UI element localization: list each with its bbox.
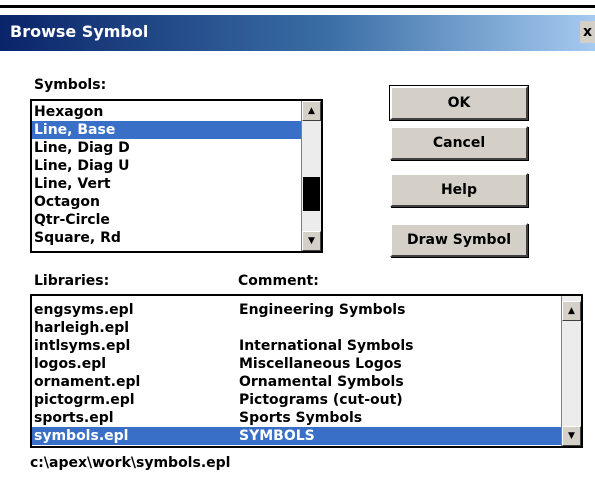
ok-button[interactable]: OK — [389, 85, 529, 121]
list-item[interactable]: Line, Vert — [32, 175, 303, 193]
symbols-listbox[interactable]: Hexagon Line, Base Line, Diag D Line, Diag … — [30, 99, 323, 253]
cancel-button[interactable]: Cancel — [390, 126, 528, 160]
library-comment: Ornamental Symbols — [239, 374, 404, 390]
list-item[interactable]: Line, Diag D — [32, 139, 303, 157]
library-name: sports.epl — [34, 410, 114, 426]
library-name: intlsyms.epl — [34, 338, 131, 354]
window-title: Browse Symbol — [10, 22, 149, 41]
list-item[interactable]: Qtr-Circle — [32, 211, 303, 229]
library-comment: International Symbols — [239, 338, 414, 354]
top-border — [0, 0, 595, 8]
symbols-label: Symbols: — [34, 77, 107, 93]
library-comment: Engineering Symbols — [239, 302, 406, 318]
list-item[interactable]: Line, Base — [32, 121, 303, 139]
list-item[interactable]: Hexagon — [32, 103, 303, 121]
table-row[interactable]: harleigh.epl — [32, 319, 563, 337]
table-row[interactable]: pictogrm.epl Pictograms (cut-out) — [32, 391, 563, 409]
library-name: pictogrm.epl — [34, 392, 135, 408]
symbols-scrollbar[interactable]: ▲ ▼ — [301, 101, 321, 251]
list-item[interactable]: Line, Diag U — [32, 157, 303, 175]
library-name: logos.epl — [34, 356, 107, 372]
libraries-label: Libraries: — [34, 273, 110, 289]
help-button[interactable]: Help — [390, 173, 528, 207]
file-path: c:\apex\work\symbols.epl — [30, 455, 231, 471]
table-row[interactable]: intlsyms.epl International Symbols — [32, 337, 563, 355]
libraries-scrollbar[interactable]: ▲ ▼ — [561, 296, 581, 446]
draw-symbol-button[interactable]: Draw Symbol — [390, 223, 528, 257]
library-name: engsyms.epl — [34, 302, 134, 318]
library-name: ornament.epl — [34, 374, 141, 390]
library-comment: SYMBOLS — [239, 428, 315, 444]
library-name: symbols.epl — [34, 428, 129, 444]
table-row[interactable]: logos.epl Miscellaneous Logos — [32, 355, 563, 373]
title-bar: Browse Symbol x — [0, 15, 595, 51]
scroll-down-arrow-icon[interactable]: ▼ — [302, 231, 321, 251]
list-item[interactable]: Octagon — [32, 193, 303, 211]
libraries-listbox[interactable]: engsyms.epl Engineering Symbols harleigh.e… — [30, 294, 583, 448]
library-name: harleigh.epl — [34, 320, 130, 336]
list-item[interactable]: Square, Rd — [32, 229, 303, 247]
scroll-thumb[interactable] — [303, 177, 320, 211]
library-comment: Pictograms (cut-out) — [239, 392, 403, 408]
table-row[interactable]: symbols.epl SYMBOLS — [32, 427, 563, 445]
table-row[interactable]: engsyms.epl Engineering Symbols — [32, 301, 563, 319]
scroll-up-arrow-icon[interactable]: ▲ — [302, 101, 321, 121]
comment-label: Comment: — [238, 273, 319, 289]
library-comment: Miscellaneous Logos — [239, 356, 402, 372]
table-row[interactable]: sports.epl Sports Symbols — [32, 409, 563, 427]
scroll-down-arrow-icon[interactable]: ▼ — [562, 426, 581, 446]
scroll-up-arrow-icon[interactable]: ▲ — [562, 301, 581, 321]
table-row[interactable]: ornament.epl Ornamental Symbols — [32, 373, 563, 391]
library-comment: Sports Symbols — [239, 410, 363, 426]
close-button[interactable]: x — [580, 21, 595, 43]
